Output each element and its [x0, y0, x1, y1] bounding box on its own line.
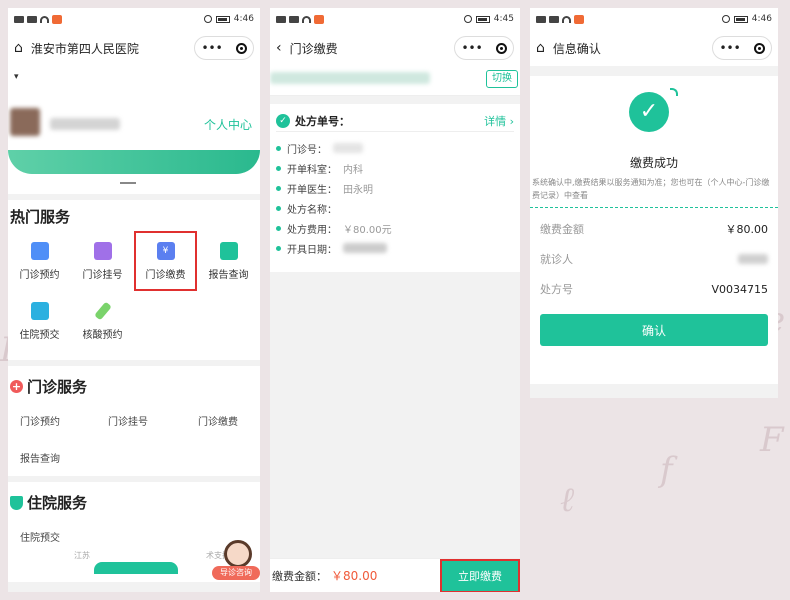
field-row: 开单医生： 田永明: [276, 178, 514, 198]
sparkle-icon: [670, 88, 678, 96]
more-icon[interactable]: •••: [461, 41, 482, 55]
close-target-icon[interactable]: [235, 42, 247, 54]
mini-program-capsule[interactable]: •••: [712, 36, 772, 60]
switch-patient-button[interactable]: 切换: [486, 70, 518, 88]
phone-screen-home: 4:46 ⌂ 淮安市第四人民医院 ••• ▾ 个人中心 热门服务 门诊预约 门诊…: [8, 8, 260, 592]
home-icon[interactable]: ⌂: [536, 40, 545, 56]
hot-services-title: 热门服务: [10, 208, 71, 226]
status-time: 4:45: [493, 14, 514, 24]
inpatient-services-card: 住院服务 住院预交 江苏 术支持 导诊咨询: [8, 482, 260, 582]
carousel-indicator: [120, 182, 136, 184]
alarm-icon: [203, 15, 212, 23]
appointment-icon: [30, 241, 49, 260]
status-time: 4:46: [751, 14, 772, 24]
profile-link[interactable]: 个人中心: [204, 116, 252, 133]
nav-bar: ‹ 门诊缴费 •••: [270, 30, 520, 66]
outpatient-item[interactable]: 门诊预约: [20, 413, 108, 428]
field-row: 处方费用： ￥80.00元: [276, 218, 514, 238]
prescription-card: ✓ 处方单号： 详情 › 门诊号： 开单科室： 内科 开单医生： 田永明 处方名称：…: [270, 104, 520, 272]
home-icon[interactable]: ⌂: [14, 40, 23, 56]
hospital-plus-icon: [30, 301, 49, 320]
field-row: 开具日期：: [276, 238, 514, 258]
confirm-area: 确认: [530, 304, 778, 384]
nav-title: 淮安市第四人民医院: [30, 41, 139, 56]
phone-screen-confirm: 4:46 ⌂ 信息确认 ••• ✓ 缴费成功 系统确认中,缴费结果以服务通知为准…: [530, 8, 778, 398]
payment-info: 缴费金额 ￥80.00 就诊人 处方号 V0034715: [530, 208, 778, 304]
payment-footer: 缴费金额： ￥80.00 立即缴费: [270, 558, 520, 592]
dropdown-caret-icon[interactable]: ▾: [14, 72, 19, 82]
success-title: 缴费成功: [629, 156, 678, 170]
total-label: 缴费金额：: [272, 569, 327, 583]
field-row: 门诊号：: [276, 138, 514, 158]
nav-title: 门诊缴费: [289, 41, 338, 56]
alarm-icon: [721, 15, 730, 23]
close-target-icon[interactable]: [495, 42, 507, 54]
check-circle-icon: ✓: [276, 113, 290, 128]
back-icon[interactable]: ‹: [276, 40, 282, 56]
info-row-amount: 缴费金额 ￥80.00: [540, 223, 768, 236]
hot-item-inpatient-deposit[interactable]: 住院预交: [8, 291, 71, 351]
hot-item-report[interactable]: 报告查询: [197, 231, 260, 291]
nav-bar: ⌂ 信息确认 •••: [530, 30, 778, 66]
shield-icon: [10, 495, 23, 510]
info-row-patient: 就诊人: [540, 244, 768, 274]
outpatient-title: 门诊服务: [27, 378, 88, 396]
profile-wave-banner: [8, 150, 260, 174]
info-row-prescription: 处方号 V0034715: [540, 282, 768, 297]
hot-item-nucleic-test[interactable]: 核酸预约: [71, 291, 134, 351]
outpatient-services-card: + 门诊服务 门诊预约 门诊挂号 门诊缴费 报告查询: [8, 366, 260, 476]
patient-name-blurred: [738, 254, 768, 264]
status-bar: 4:45: [270, 8, 520, 30]
nav-bar: ⌂ 淮安市第四人民医院 •••: [8, 30, 260, 66]
prescription-fields: 门诊号： 开单科室： 内科 开单医生： 田永明 处方名称： 处方费用： ￥80.00元…: [276, 138, 514, 258]
profile-card: ▾ 个人中心: [8, 66, 260, 194]
prescription-header[interactable]: ✓ 处方单号： 详情 ›: [276, 110, 514, 132]
nurse-avatar-icon: [224, 540, 252, 568]
status-bar: 4:46: [530, 8, 778, 30]
consult-label: 导诊咨询: [212, 566, 260, 580]
nav-title: 信息确认: [552, 41, 601, 56]
outpatient-item[interactable]: 门诊缴费: [198, 413, 238, 428]
hot-services-card: 热门服务 门诊预约 门诊挂号 ¥ 门诊缴费 报告查询 住院预交 核酸预约: [8, 200, 260, 360]
confirm-button[interactable]: 确认: [540, 314, 768, 346]
field-row: 开单科室： 内科: [276, 158, 514, 178]
plus-icon: +: [10, 380, 23, 393]
success-notice: 系统确认中,缴费结果以服务通知为准；您也可在（个人中心-门诊缴费记录）中查看: [532, 178, 770, 200]
calendar-icon: [93, 241, 112, 260]
outpatient-item[interactable]: 门诊挂号: [108, 413, 198, 428]
close-target-icon[interactable]: [753, 42, 765, 54]
success-check-icon: ✓: [629, 92, 669, 132]
battery-icon: [733, 15, 748, 23]
payment-bill-icon: ¥: [156, 241, 175, 260]
hot-item-appointment[interactable]: 门诊预约: [8, 231, 71, 291]
outpatient-item[interactable]: 报告查询: [10, 450, 260, 465]
success-panel: ✓ 缴费成功 系统确认中,缴费结果以服务通知为准；您也可在（个人中心-门诊缴费记…: [530, 76, 778, 208]
status-time: 4:46: [233, 14, 254, 24]
report-icon: [219, 241, 238, 260]
more-icon[interactable]: •••: [719, 41, 740, 55]
hot-item-register[interactable]: 门诊挂号: [71, 231, 134, 291]
patient-name-blurred: [270, 72, 430, 84]
user-name-blurred: [50, 118, 120, 130]
battery-icon: [475, 15, 490, 23]
avatar: [10, 108, 40, 136]
pay-now-button[interactable]: 立即缴费: [440, 558, 520, 592]
consult-widget[interactable]: 导诊咨询: [212, 540, 260, 580]
field-row: 处方名称：: [276, 198, 514, 218]
alarm-icon: [463, 15, 472, 23]
inpatient-title: 住院服务: [27, 494, 88, 512]
prescription-number-label: 处方单号：: [295, 114, 350, 128]
phone-screen-payment: 4:45 ‹ 门诊缴费 ••• 切换 ✓ 处方单号： 详情 › 门诊号： 开单科…: [270, 8, 520, 592]
test-tube-icon: [93, 301, 112, 320]
mini-program-capsule[interactable]: •••: [194, 36, 254, 60]
mini-program-capsule[interactable]: •••: [454, 36, 514, 60]
status-bar: 4:46: [8, 8, 260, 30]
more-icon[interactable]: •••: [201, 41, 222, 55]
battery-icon: [215, 15, 230, 23]
bottom-tab-handle[interactable]: [94, 562, 178, 574]
patient-bar: 切换: [270, 66, 520, 96]
hot-item-payment[interactable]: ¥ 门诊缴费: [134, 231, 197, 291]
total-amount: ￥80.00: [331, 569, 378, 583]
detail-link[interactable]: 详情 ›: [484, 113, 514, 129]
